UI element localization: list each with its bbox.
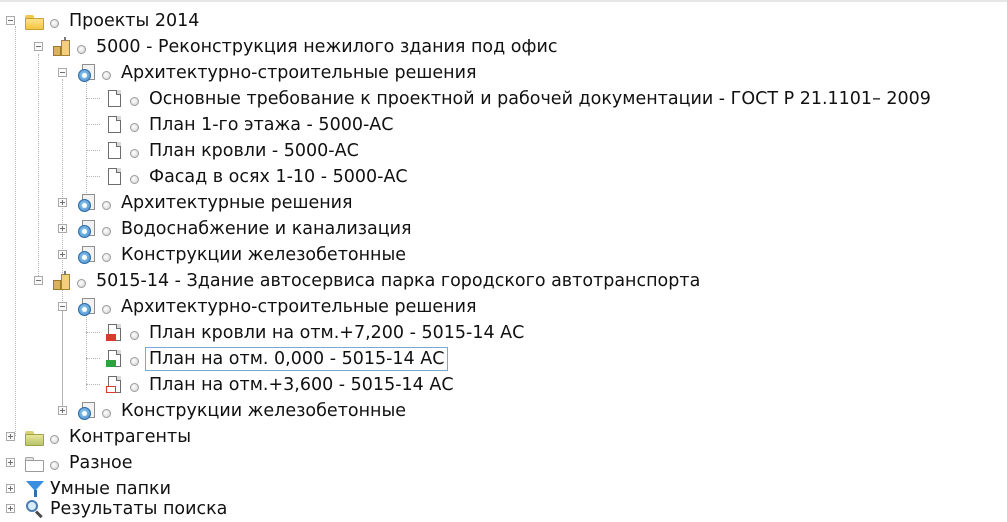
node-label: Конструкции железобетонные — [121, 401, 407, 421]
expand-toggle[interactable] — [6, 432, 15, 441]
tree-node-section[interactable]: Конструкции железобетонные — [0, 242, 406, 268]
section-icon — [76, 401, 98, 421]
project-tree[interactable]: Проекты 2014 5000 - Реконструкция нежило… — [0, 0, 1007, 521]
status-dot-icon — [50, 18, 59, 28]
collapse-toggle[interactable] — [58, 68, 67, 77]
collapse-toggle[interactable] — [34, 42, 43, 51]
section-icon — [76, 63, 98, 83]
status-dot-icon — [130, 382, 139, 392]
status-dot-icon — [130, 148, 139, 158]
node-label: Результаты поиска — [50, 499, 228, 519]
document-icon — [104, 115, 126, 135]
node-label: Проекты 2014 — [69, 11, 200, 31]
tree-node-section[interactable]: Конструкции железобетонные — [0, 398, 406, 424]
node-label: План кровли - 5000-АС — [149, 141, 359, 161]
tree-connector — [86, 358, 100, 359]
contractors-folder-icon — [24, 427, 46, 447]
node-label: Основные требование к проектной и рабоче… — [149, 89, 931, 109]
node-label: План на отм.+3,600 - 5015-14 АС — [149, 375, 454, 395]
status-dot-icon — [77, 44, 86, 54]
status-dot-icon — [102, 70, 111, 80]
node-label: Конструкции железобетонные — [121, 245, 407, 265]
expand-toggle[interactable] — [58, 224, 67, 233]
node-label: 5015-14 - Здание автосервиса парка город… — [96, 271, 701, 291]
status-dot-icon — [130, 356, 139, 366]
tree-connector — [86, 332, 100, 333]
status-dot-icon — [130, 174, 139, 184]
section-icon — [76, 219, 98, 239]
node-label: Архитектурные решения — [121, 193, 353, 213]
expand-toggle[interactable] — [58, 198, 67, 207]
tree-connector — [86, 176, 100, 177]
collapse-toggle[interactable] — [6, 16, 15, 25]
project-icon — [51, 37, 73, 57]
section-icon — [76, 297, 98, 317]
section-icon — [76, 245, 98, 265]
node-label: 5000 - Реконструкция нежилого здания под… — [96, 37, 558, 57]
expand-toggle[interactable] — [58, 406, 67, 415]
node-label: Водоснабжение и канализация — [121, 219, 412, 239]
status-dot-icon — [130, 96, 139, 106]
tree-node-document[interactable]: План на отм.+3,600 - 5015-14 АС — [0, 372, 454, 398]
status-dot-icon — [130, 122, 139, 132]
tree-node-project-5000[interactable]: 5000 - Реконструкция нежилого здания под… — [0, 34, 557, 60]
collapse-toggle[interactable] — [58, 302, 67, 311]
status-dot-icon — [102, 408, 111, 418]
status-dot-icon — [130, 330, 139, 340]
document-icon — [104, 141, 126, 161]
status-dot-icon — [50, 460, 59, 470]
status-dot-icon — [102, 304, 111, 314]
status-dot-icon — [102, 200, 111, 210]
status-dot-icon — [50, 434, 59, 444]
node-label: План на отм. 0,000 - 5015-14 АС — [145, 347, 449, 371]
expand-toggle[interactable] — [6, 458, 15, 467]
tree-node-document[interactable]: План кровли - 5000-АС — [0, 138, 359, 164]
tree-node-section[interactable]: Водоснабжение и канализация — [0, 216, 412, 242]
tree-node-projects-2014[interactable]: Проекты 2014 — [0, 8, 199, 34]
tree-connector — [86, 150, 100, 151]
status-dot-icon — [102, 252, 111, 262]
expand-toggle[interactable] — [6, 484, 15, 493]
node-label: Контрагенты — [69, 427, 192, 447]
node-label: План 1-го этажа - 5000-АС — [149, 115, 394, 135]
tree-node-document[interactable]: Фасад в осях 1-10 - 5000-АС — [0, 164, 408, 190]
document-red-outline-icon — [104, 375, 126, 395]
expand-toggle[interactable] — [6, 504, 15, 513]
tree-node-document[interactable]: План 1-го этажа - 5000-АС — [0, 112, 393, 138]
folder-icon — [24, 453, 46, 473]
folder-icon — [24, 11, 46, 31]
tree-node-section[interactable]: Архитектурные решения — [0, 190, 353, 216]
node-label: Разное — [69, 453, 133, 473]
document-red-icon — [104, 323, 126, 343]
collapse-toggle[interactable] — [34, 276, 43, 285]
tree-connector — [86, 124, 100, 125]
document-green-icon — [104, 349, 126, 369]
node-label: Архитектурно-строительные решения — [121, 297, 477, 317]
section-icon — [76, 193, 98, 213]
tree-node-document[interactable]: Основные требование к проектной и рабоче… — [0, 86, 931, 112]
tree-node-misc[interactable]: Разное — [0, 450, 133, 476]
document-icon — [104, 89, 126, 109]
status-dot-icon — [102, 226, 111, 236]
tree-node-section[interactable]: Архитектурно-строительные решения — [0, 294, 477, 320]
tree-node-document[interactable]: План кровли на отм.+7,200 - 5015-14 АС — [0, 320, 524, 346]
tree-node-document-selected[interactable]: План на отм. 0,000 - 5015-14 АС — [0, 346, 449, 372]
tree-connector — [86, 98, 100, 99]
tree-connector — [86, 384, 100, 385]
node-label: Архитектурно-строительные решения — [121, 63, 477, 83]
project-icon — [51, 271, 73, 291]
node-label: План кровли на отм.+7,200 - 5015-14 АС — [149, 323, 525, 343]
document-icon — [104, 167, 126, 187]
node-label: Фасад в осях 1-10 - 5000-АС — [149, 167, 408, 187]
status-dot-icon — [77, 278, 86, 288]
tree-node-section[interactable]: Архитектурно-строительные решения — [0, 60, 477, 86]
tree-node-contractors[interactable]: Контрагенты — [0, 424, 191, 450]
tree-node-search-results[interactable]: Результаты поиска — [0, 496, 227, 522]
tree-node-project-5015[interactable]: 5015-14 - Здание автосервиса парка город… — [0, 268, 700, 294]
expand-toggle[interactable] — [58, 250, 67, 259]
search-results-icon — [24, 499, 46, 519]
